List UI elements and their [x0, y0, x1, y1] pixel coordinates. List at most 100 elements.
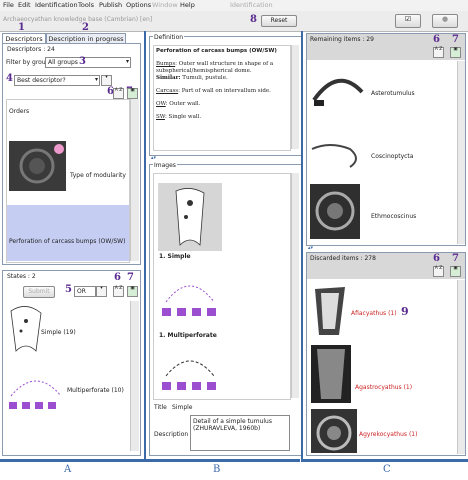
selected-descriptor-row[interactable]: Perforation of carcass bumps (OW/SW): [7, 205, 129, 261]
sort-az-icon: A Z: [434, 47, 443, 52]
item-agyrekocyathus[interactable]: Agyrekocyathus (1): [359, 431, 417, 438]
reset-button[interactable]: Reset: [261, 15, 297, 27]
simple-image-thumb[interactable]: [158, 183, 222, 251]
sort-az-button[interactable]: A Z: [113, 88, 124, 99]
definition-line: Similar: Tumuli, pustule.: [156, 75, 288, 82]
discarded-header-bar: Discarded items : 278 6 7 A Z ▣: [307, 253, 465, 279]
descriptor-scrollbar[interactable]: [130, 99, 139, 261]
callout-4: 4: [6, 73, 13, 84]
submit-button[interactable]: Submit: [23, 286, 55, 298]
definition-term: Bumps: [156, 61, 176, 67]
item-thumb-agastrocyathus[interactable]: [311, 345, 351, 403]
definition-text: : Outer wall.: [165, 101, 201, 107]
group-filter-select[interactable]: All groups ▾: [45, 57, 131, 68]
menu-help[interactable]: Help: [180, 1, 195, 9]
states-header: States : 2: [6, 273, 37, 280]
menu-window[interactable]: Window: [152, 1, 178, 9]
description-field[interactable]: Detail of a simple tumulus (ZHURAVLEVA, …: [190, 415, 290, 451]
remaining-panel: Remaining items : 29 6 7 A Z ▣ Asterotum…: [306, 33, 466, 246]
definition-term: OW: [156, 101, 166, 107]
section-c-divider: [303, 459, 468, 462]
descriptor-item-perforation[interactable]: Perforation of carcass bumps (OW/SW): [9, 238, 125, 245]
descriptors-header: Descriptors : 24: [6, 46, 56, 53]
callout-6: 6: [433, 34, 440, 45]
states-scrollbar[interactable]: [130, 301, 139, 451]
menu-publish[interactable]: Publish: [99, 1, 122, 9]
state-item-multiperforate[interactable]: Multiperforate (10): [67, 387, 124, 394]
chevron-down-icon: ▾: [125, 58, 129, 65]
splitter-icon[interactable]: ▴▾: [151, 155, 156, 161]
sort-select[interactable]: Best descriptor? ▾: [14, 75, 100, 86]
logic-select[interactable]: OR: [74, 286, 96, 297]
multiperforate-image-thumb[interactable]: [158, 266, 222, 328]
image-caption-simple: 1. Simple: [159, 253, 191, 260]
callout-9: 9: [401, 305, 409, 318]
remaining-header-bar: Remaining items : 29 6 7 A Z ▣: [307, 34, 465, 60]
discarded-scrollbar[interactable]: [457, 280, 465, 454]
image-list: 1. Simple 1. Multiperforate: [153, 173, 291, 400]
image-caption-multiperforate: 1. Multiperforate: [159, 332, 217, 339]
descriptor-item-modularity[interactable]: Type of modularity: [70, 172, 126, 179]
item-thumb-ethmocoscinus[interactable]: [310, 184, 360, 239]
item-thumb-afiacyathus[interactable]: [311, 285, 349, 337]
descriptor-list: Orders Type of modularity Perforation of…: [6, 99, 130, 263]
item-ethmocoscinus[interactable]: Ethmocoscinus: [371, 213, 416, 220]
menu-identification[interactable]: Identification: [35, 1, 78, 9]
save-icon[interactable]: ▣: [450, 47, 461, 58]
definition-scrollbar[interactable]: [291, 45, 299, 149]
sort-az-button[interactable]: A Z: [433, 266, 444, 277]
section-label-a: A: [64, 464, 72, 475]
description-value: Detail of a simple tumulus (ZHURAVLEVA, …: [193, 418, 272, 432]
menu-tools[interactable]: Tools: [78, 1, 94, 9]
identify-button[interactable]: ☑: [395, 14, 421, 28]
third-image-thumb[interactable]: [158, 342, 222, 397]
remaining-scrollbar[interactable]: [457, 61, 465, 244]
dropdown-icon[interactable]: ▾: [96, 286, 107, 297]
item-thumb-asterotumulus[interactable]: [310, 70, 366, 114]
stop-button[interactable]: ●: [432, 14, 458, 28]
definition-line: Carcass: Part of wall on intervallum sid…: [156, 88, 288, 95]
sort-az-button[interactable]: A Z: [433, 47, 444, 58]
circle-icon: ●: [441, 15, 449, 23]
menu-edit[interactable]: Edit: [18, 1, 31, 9]
save-icon[interactable]: ▣: [127, 286, 138, 297]
menu-file[interactable]: File: [3, 1, 14, 9]
item-coscinoptycta[interactable]: Coscinoptycta: [371, 153, 413, 160]
definition-term: Similar:: [156, 75, 181, 81]
definition-body: Perforation of carcass bumps (OW/SW) Bum…: [153, 45, 291, 151]
item-agastrocyathus[interactable]: Agastrocyathus (1): [355, 384, 412, 391]
images-header: Images: [153, 162, 177, 169]
section-label-b: B: [213, 464, 221, 475]
item-thumb-agyrekocyathus[interactable]: [311, 409, 357, 453]
callout-6: 6: [433, 253, 440, 264]
menu-options[interactable]: Options: [126, 1, 151, 9]
images-scrollbar[interactable]: [291, 173, 299, 398]
save-icon[interactable]: ▣: [127, 88, 138, 99]
definition-title: Perforation of carcass bumps (OW/SW): [156, 48, 277, 54]
chevron-down-icon: ▾: [94, 76, 98, 83]
definition-text: : Part of wall on intervallum side.: [178, 88, 271, 94]
callout-1: 1: [18, 22, 25, 33]
simple-state-image: [6, 301, 46, 356]
dropdown-icon[interactable]: ▾: [101, 75, 112, 86]
title-bar: Archaeocyathan knowledge base (Cambrian)…: [0, 11, 468, 32]
multiperforate-sketch: [162, 285, 216, 316]
definition-line: SW: Single wall.: [156, 114, 288, 121]
title-label: Title: [154, 404, 167, 411]
description-label: Description: [154, 431, 189, 438]
item-afiacyathus[interactable]: Afiacyathus (1): [351, 310, 397, 317]
item-asterotumulus[interactable]: Asterotumulus: [371, 90, 415, 97]
callout-6: 6: [114, 272, 121, 283]
save-icon[interactable]: ▣: [450, 266, 461, 277]
callout-3: 3: [79, 56, 86, 67]
descriptor-item-orders[interactable]: Orders: [9, 108, 29, 115]
definition-text: Tumuli, pustule.: [180, 75, 228, 81]
sort-az-icon: A Z: [114, 286, 123, 291]
item-thumb-coscinoptycta[interactable]: [310, 137, 366, 173]
state-item-simple[interactable]: Simple (19): [41, 329, 76, 336]
splitter-icon[interactable]: ▴▾: [308, 245, 313, 251]
sort-az-button[interactable]: A Z: [113, 286, 124, 297]
definition-term: Carcass: [156, 88, 179, 94]
callout-7: 7: [452, 34, 459, 45]
images-panel: Images 1. Simple 1. Multiperforate Title…: [149, 162, 302, 456]
